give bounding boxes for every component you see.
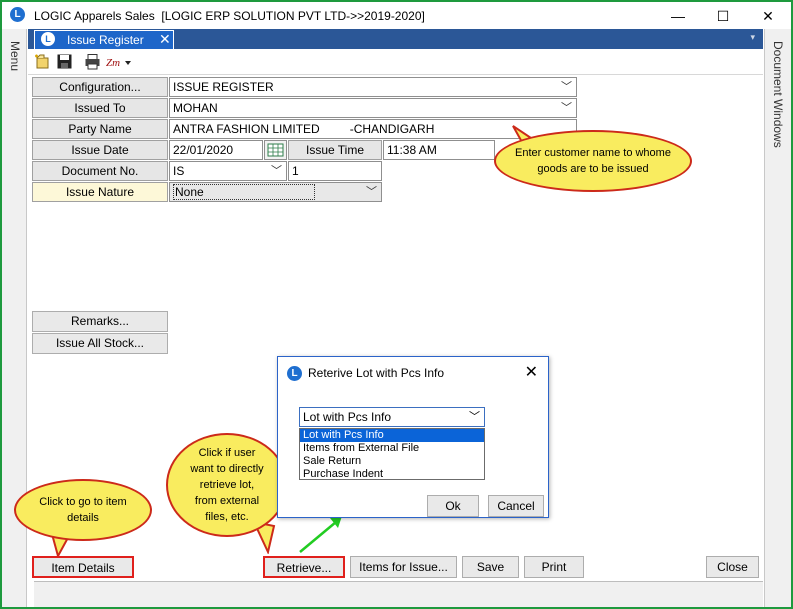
- retrieve-type-value: Lot with Pcs Info: [303, 410, 392, 424]
- print-button[interactable]: Print: [524, 556, 584, 578]
- document-prefix-select[interactable]: IS ﹀: [169, 161, 287, 181]
- issued-to-select[interactable]: MOHAN ﹀: [169, 98, 577, 118]
- minimize-button[interactable]: —: [658, 4, 698, 28]
- retrieve-dialog: L Reterive Lot with Pcs Info ✕ Lot with …: [277, 356, 549, 518]
- save-icon[interactable]: [56, 53, 73, 70]
- retrieve-callout: Click if user want to directly retrieve …: [166, 433, 288, 537]
- issue-date-label: Issue Date: [32, 140, 168, 160]
- ok-button[interactable]: Ok: [427, 495, 479, 517]
- configuration-value: ISSUE REGISTER: [173, 80, 274, 94]
- issue-nature-label: Issue Nature: [32, 182, 168, 202]
- app-title: LOGIC Apparels Sales [LOGIC ERP SOLUTION…: [34, 9, 425, 23]
- tab-logo-icon: L: [41, 32, 55, 46]
- close-window-button[interactable]: ✕: [748, 4, 788, 28]
- cancel-button[interactable]: Cancel: [488, 495, 544, 517]
- calendar-icon[interactable]: [264, 140, 287, 160]
- option-sale-return[interactable]: Sale Return: [300, 455, 484, 468]
- retrieve-type-select[interactable]: Lot with Pcs Info ﹀: [299, 407, 485, 427]
- new-document-icon[interactable]: [34, 53, 51, 70]
- issue-time-label: Issue Time: [288, 140, 382, 160]
- save-button[interactable]: Save: [462, 556, 519, 578]
- option-items-from-external-file[interactable]: Items from External File: [300, 442, 484, 455]
- customer-callout: Enter customer name to whome goods are t…: [494, 130, 692, 192]
- issued-to-label: Issued To: [32, 98, 168, 118]
- issue-nature-select[interactable]: None ﹀: [169, 182, 382, 202]
- toolbar: Zm: [28, 49, 763, 75]
- retrieve-button[interactable]: Retrieve...: [263, 556, 345, 578]
- document-number-field[interactable]: 1: [288, 161, 382, 181]
- item-details-button[interactable]: Item Details: [32, 556, 134, 578]
- tab-close-icon[interactable]: ✕: [159, 31, 171, 48]
- tab-label: Issue Register: [67, 33, 144, 47]
- print-icon[interactable]: [84, 53, 101, 70]
- issue-date-field[interactable]: 22/01/2020: [169, 140, 263, 160]
- option-purchase-indent[interactable]: Purchase Indent: [300, 468, 484, 481]
- document-no-label: Document No.: [32, 161, 168, 181]
- document-windows-panel[interactable]: Document Windows: [764, 29, 791, 607]
- tab-issue-register[interactable]: L Issue Register ✕: [34, 30, 174, 49]
- tab-strip: L Issue Register ✕ ▾: [28, 29, 763, 49]
- retrieve-type-list[interactable]: Lot with Pcs Info Items from External Fi…: [299, 428, 485, 480]
- title-bar: L LOGIC Apparels Sales [LOGIC ERP SOLUTI…: [2, 2, 791, 29]
- maximize-button[interactable]: ☐: [703, 4, 743, 28]
- option-lot-with-pcs-info[interactable]: Lot with Pcs Info: [300, 429, 484, 442]
- chevron-down-icon: ﹀: [561, 81, 572, 93]
- issue-time-field[interactable]: 11:38 AM: [383, 140, 495, 160]
- document-windows-label: Document Windows: [771, 41, 785, 148]
- dialog-close-button[interactable]: ✕: [525, 362, 538, 382]
- menu-label: Menu: [8, 41, 22, 72]
- issue-all-stock-button[interactable]: Issue All Stock...: [32, 333, 168, 354]
- pointer-arrow: [299, 516, 342, 553]
- dialog-title: Reterive Lot with Pcs Info: [308, 366, 445, 380]
- svg-text:Zm: Zm: [106, 57, 120, 69]
- chevron-down-icon: ﹀: [469, 411, 480, 423]
- configuration-select[interactable]: ISSUE REGISTER ﹀: [169, 77, 577, 97]
- chevron-down-icon: ﹀: [561, 102, 572, 114]
- app-logo-icon: L: [10, 7, 25, 22]
- remarks-button[interactable]: Remarks...: [32, 311, 168, 332]
- chevron-down-icon: ﹀: [366, 186, 377, 198]
- party-name-label: Party Name: [32, 119, 168, 139]
- status-area: [34, 581, 763, 607]
- configuration-button[interactable]: Configuration...: [32, 77, 168, 97]
- issued-to-value: MOHAN: [173, 101, 218, 115]
- zoom-icon[interactable]: Zm: [106, 55, 132, 69]
- tab-overflow-icon[interactable]: ▾: [750, 32, 755, 43]
- issue-nature-value: None: [173, 184, 315, 200]
- chevron-down-icon: ﹀: [271, 165, 282, 177]
- item-details-callout: Click to go to item details: [14, 479, 152, 541]
- close-button[interactable]: Close: [706, 556, 759, 578]
- items-for-issue-button[interactable]: Items for Issue...: [350, 556, 457, 578]
- dialog-logo-icon: L: [287, 366, 302, 381]
- document-prefix-value: IS: [173, 164, 185, 178]
